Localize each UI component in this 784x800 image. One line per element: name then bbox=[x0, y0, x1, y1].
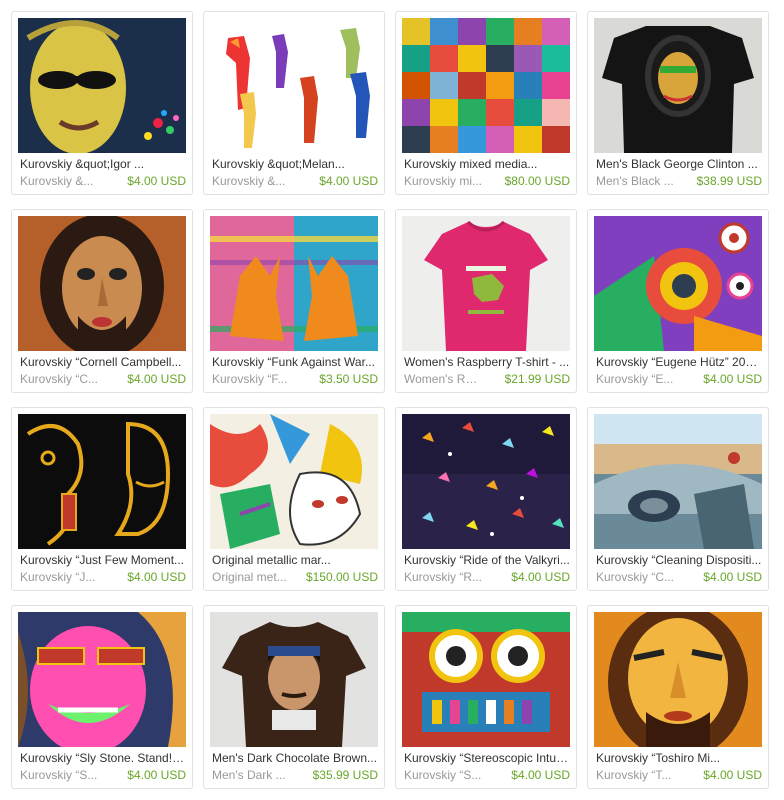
product-price: $4.00 USD bbox=[319, 174, 378, 188]
product-price: $4.00 USD bbox=[703, 372, 762, 386]
product-image[interactable] bbox=[402, 414, 570, 549]
product-card[interactable]: Men's Dark Chocolate Brown... Men's Dark… bbox=[203, 605, 385, 789]
seller-name[interactable]: Kurovskiy “J... bbox=[20, 570, 95, 585]
product-meta: Kurovskiy “F... $3.50 USD bbox=[212, 372, 378, 387]
product-meta: Men's Dark ... $35.99 USD bbox=[212, 768, 378, 783]
product-price: $4.00 USD bbox=[127, 174, 186, 188]
seller-name[interactable]: Kurovskiy “C... bbox=[596, 570, 674, 585]
product-title[interactable]: Kurovskiy “Ride of the Valkyri... bbox=[404, 553, 570, 568]
product-card[interactable]: Kurovskiy “Cleaning Dispositi... Kurovsk… bbox=[587, 407, 769, 591]
product-image[interactable] bbox=[402, 18, 570, 153]
product-meta: Kurovskiy “E... $4.00 USD bbox=[596, 372, 762, 387]
product-meta: Original met... $150.00 USD bbox=[212, 570, 378, 585]
product-title[interactable]: Kurovskiy “Funk Against War... bbox=[212, 355, 378, 370]
product-title[interactable]: Kurovskiy “Cleaning Dispositi... bbox=[596, 553, 762, 568]
product-price: $4.00 USD bbox=[127, 372, 186, 386]
product-price: $35.99 USD bbox=[312, 768, 378, 782]
seller-name[interactable]: Original met... bbox=[212, 570, 287, 585]
seller-name[interactable]: Kurovskiy &... bbox=[20, 174, 93, 189]
product-image[interactable] bbox=[402, 216, 570, 351]
product-image[interactable] bbox=[594, 414, 762, 549]
product-title[interactable]: Kurovskiy “Eugene Hütz” 200... bbox=[596, 355, 762, 370]
product-price: $3.50 USD bbox=[319, 372, 378, 386]
seller-name[interactable]: Kurovskiy mi... bbox=[404, 174, 482, 189]
product-meta: Kurovskiy “S... $4.00 USD bbox=[20, 768, 186, 783]
product-image[interactable] bbox=[210, 414, 378, 549]
seller-name[interactable]: Men's Black ... bbox=[596, 174, 674, 189]
product-title[interactable]: Kurovskiy &quot;Melan... bbox=[212, 157, 378, 172]
product-meta: Kurovskiy “S... $4.00 USD bbox=[404, 768, 570, 783]
product-title[interactable]: Men's Black George Clinton ... bbox=[596, 157, 762, 172]
product-grid: Kurovskiy &quot;Igor ... Kurovskiy &... … bbox=[0, 0, 784, 800]
product-image[interactable] bbox=[210, 18, 378, 153]
product-price: $4.00 USD bbox=[127, 768, 186, 782]
product-price: $4.00 USD bbox=[127, 570, 186, 584]
product-card[interactable]: Kurovskiy “Ride of the Valkyri... Kurovs… bbox=[395, 407, 577, 591]
product-card[interactable]: Kurovskiy &quot;Igor ... Kurovskiy &... … bbox=[11, 11, 193, 195]
product-price: $80.00 USD bbox=[504, 174, 570, 188]
seller-name[interactable]: Kurovskiy “S... bbox=[20, 768, 97, 783]
product-title[interactable]: Kurovskiy “Stereoscopic Intuit... bbox=[404, 751, 570, 766]
seller-name[interactable]: Men's Dark ... bbox=[212, 768, 286, 783]
seller-name[interactable]: Kurovskiy &... bbox=[212, 174, 285, 189]
product-image[interactable] bbox=[210, 612, 378, 747]
product-image[interactable] bbox=[18, 18, 186, 153]
product-card[interactable]: Kurovskiy mixed media... Kurovskiy mi...… bbox=[395, 11, 577, 195]
product-title[interactable]: Kurovskiy &quot;Igor ... bbox=[20, 157, 186, 172]
product-price: $4.00 USD bbox=[703, 570, 762, 584]
product-title[interactable]: Kurovskiy mixed media... bbox=[404, 157, 570, 172]
product-title[interactable]: Women's Raspberry T-shirt - ... bbox=[404, 355, 570, 370]
product-image[interactable] bbox=[594, 216, 762, 351]
seller-name[interactable]: Kurovskiy “E... bbox=[596, 372, 673, 387]
product-meta: Women's Ra... $21.99 USD bbox=[404, 372, 570, 387]
product-card[interactable]: Original metallic mar... Original met...… bbox=[203, 407, 385, 591]
product-price: $4.00 USD bbox=[511, 570, 570, 584]
product-card[interactable]: Kurovskiy “Funk Against War... Kurovskiy… bbox=[203, 209, 385, 393]
product-image[interactable] bbox=[402, 612, 570, 747]
product-meta: Men's Black ... $38.99 USD bbox=[596, 174, 762, 189]
product-image[interactable] bbox=[594, 18, 762, 153]
product-card[interactable]: Kurovskiy “Eugene Hütz” 200... Kurovskiy… bbox=[587, 209, 769, 393]
product-image[interactable] bbox=[594, 612, 762, 747]
product-title[interactable]: Kurovskiy “Just Few Moment... bbox=[20, 553, 186, 568]
product-image[interactable] bbox=[18, 414, 186, 549]
product-image[interactable] bbox=[210, 216, 378, 351]
product-image[interactable] bbox=[18, 612, 186, 747]
product-card[interactable]: Kurovskiy “Stereoscopic Intuit... Kurovs… bbox=[395, 605, 577, 789]
product-meta: Kurovskiy “J... $4.00 USD bbox=[20, 570, 186, 585]
product-price: $4.00 USD bbox=[511, 768, 570, 782]
product-meta: Kurovskiy “C... $4.00 USD bbox=[596, 570, 762, 585]
product-meta: Kurovskiy “C... $4.00 USD bbox=[20, 372, 186, 387]
product-title[interactable]: Kurovskiy “Toshiro Mi... bbox=[596, 751, 762, 766]
product-title[interactable]: Kurovskiy “Sly Stone. Stand!”... bbox=[20, 751, 186, 766]
product-card[interactable]: Kurovskiy “Cornell Campbell... Kurovskiy… bbox=[11, 209, 193, 393]
seller-name[interactable]: Kurovskiy “S... bbox=[404, 768, 481, 783]
product-card[interactable]: Women's Raspberry T-shirt - ... Women's … bbox=[395, 209, 577, 393]
product-title[interactable]: Original metallic mar... bbox=[212, 553, 378, 568]
seller-name[interactable]: Kurovskiy “R... bbox=[404, 570, 482, 585]
product-meta: Kurovskiy &... $4.00 USD bbox=[212, 174, 378, 189]
seller-name[interactable]: Kurovskiy “T... bbox=[596, 768, 671, 783]
product-price: $38.99 USD bbox=[696, 174, 762, 188]
product-card[interactable]: Kurovskiy “Just Few Moment... Kurovskiy … bbox=[11, 407, 193, 591]
seller-name[interactable]: Women's Ra... bbox=[404, 372, 482, 387]
product-card[interactable]: Kurovskiy &quot;Melan... Kurovskiy &... … bbox=[203, 11, 385, 195]
product-price: $21.99 USD bbox=[504, 372, 570, 386]
product-meta: Kurovskiy “R... $4.00 USD bbox=[404, 570, 570, 585]
seller-name[interactable]: Kurovskiy “F... bbox=[212, 372, 287, 387]
product-price: $4.00 USD bbox=[703, 768, 762, 782]
product-title[interactable]: Men's Dark Chocolate Brown... bbox=[212, 751, 378, 766]
product-meta: Kurovskiy &... $4.00 USD bbox=[20, 174, 186, 189]
product-card[interactable]: Men's Black George Clinton ... Men's Bla… bbox=[587, 11, 769, 195]
product-image[interactable] bbox=[18, 216, 186, 351]
product-price: $150.00 USD bbox=[305, 570, 378, 584]
product-card[interactable]: Kurovskiy “Toshiro Mi... Kurovskiy “T...… bbox=[587, 605, 769, 789]
product-meta: Kurovskiy mi... $80.00 USD bbox=[404, 174, 570, 189]
product-meta: Kurovskiy “T... $4.00 USD bbox=[596, 768, 762, 783]
product-title[interactable]: Kurovskiy “Cornell Campbell... bbox=[20, 355, 186, 370]
seller-name[interactable]: Kurovskiy “C... bbox=[20, 372, 98, 387]
product-card[interactable]: Kurovskiy “Sly Stone. Stand!”... Kurovsk… bbox=[11, 605, 193, 789]
